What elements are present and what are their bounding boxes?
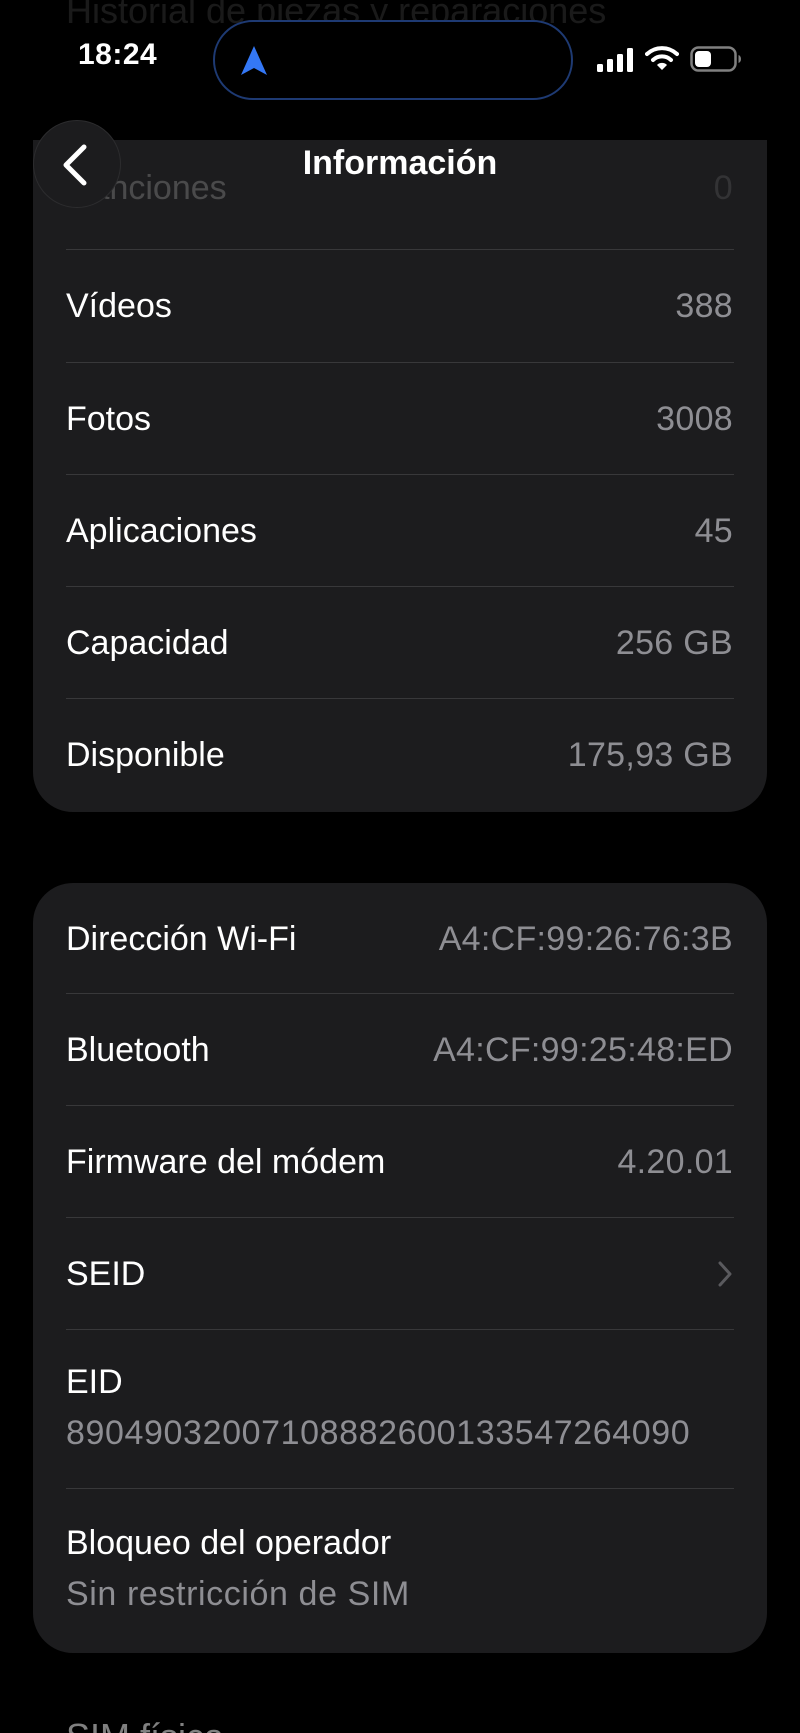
modem-firmware-label: Firmware del módem	[66, 1142, 386, 1181]
page-title: Información	[302, 144, 498, 182]
carrier-lock-value: Sin restricción de SIM	[66, 1575, 410, 1613]
photos-value: 3008	[656, 399, 733, 438]
available-label: Disponible	[66, 735, 225, 774]
carrier-lock-row: Bloqueo del operador Sin restricción de …	[66, 1524, 766, 1614]
videos-row: Vídeos 388	[66, 250, 766, 362]
divider	[66, 1329, 734, 1330]
bottom-section-header: SIM física	[66, 1716, 224, 1733]
cellular-signal-icon	[597, 48, 633, 72]
battery-icon	[690, 46, 741, 72]
dynamic-island[interactable]	[213, 20, 573, 100]
wifi-address-value: A4:CF:99:26:76:3B	[438, 919, 733, 958]
photos-row: Fotos 3008	[66, 363, 766, 475]
seid-label: SEID	[66, 1254, 146, 1293]
carrier-lock-label: Bloqueo del operador	[66, 1524, 392, 1562]
modem-firmware-row[interactable]: Firmware del módem 4.20.01	[66, 1106, 766, 1218]
apps-value: 45	[694, 511, 733, 550]
modem-firmware-value: 4.20.01	[617, 1142, 733, 1181]
capacity-label: Capacidad	[66, 623, 229, 662]
wifi-address-label: Dirección Wi-Fi	[66, 919, 297, 958]
apps-label: Aplicaciones	[66, 511, 257, 550]
capacity-row: Capacidad 256 GB	[66, 587, 766, 699]
seid-row[interactable]: SEID	[66, 1218, 766, 1330]
photos-label: Fotos	[66, 399, 152, 438]
wifi-icon	[645, 46, 679, 70]
chevron-right-icon	[718, 1261, 732, 1287]
bluetooth-row[interactable]: Bluetooth A4:CF:99:25:48:ED	[66, 994, 766, 1106]
apps-row: Aplicaciones 45	[66, 475, 766, 587]
eid-row[interactable]: EID 89049032007108882600133547264090	[66, 1363, 766, 1453]
network-info-group: Dirección Wi-Fi A4:CF:99:26:76:3B Blueto…	[33, 883, 767, 1653]
status-time: 18:24	[78, 38, 158, 71]
wifi-address-row[interactable]: Dirección Wi-Fi A4:CF:99:26:76:3B	[66, 883, 766, 995]
available-row: Disponible 175,93 GB	[66, 699, 766, 811]
videos-value: 388	[675, 286, 733, 325]
navigation-arrow-icon	[241, 46, 267, 75]
capacity-value: 256 GB	[615, 623, 733, 662]
bluetooth-value: A4:CF:99:25:48:ED	[433, 1030, 733, 1069]
divider	[66, 1488, 734, 1489]
storage-info-group: Canciones 0 Vídeos 388 Fotos 3008 Aplica…	[33, 140, 767, 812]
videos-label: Vídeos	[66, 286, 172, 325]
eid-value: 89049032007108882600133547264090	[66, 1414, 691, 1452]
bluetooth-label: Bluetooth	[66, 1030, 210, 1069]
screen: Canciones 0 Vídeos 388 Fotos 3008 Aplica…	[0, 0, 800, 1733]
available-value: 175,93 GB	[567, 735, 733, 774]
eid-label: EID	[66, 1363, 123, 1401]
